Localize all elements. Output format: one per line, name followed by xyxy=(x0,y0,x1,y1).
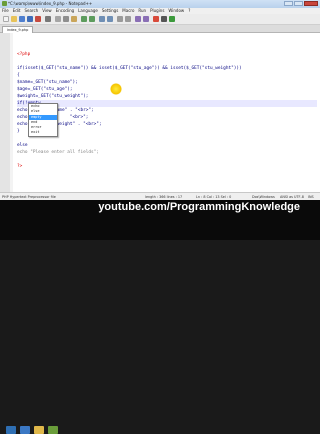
close-button[interactable] xyxy=(304,1,318,6)
window-title: *C:\wamp\www\index_9.php - Notepad++ xyxy=(8,1,93,6)
save-icon[interactable] xyxy=(19,16,25,22)
play-macro-icon[interactable] xyxy=(169,16,175,22)
tab-index-9-php[interactable]: index_9.php xyxy=(2,26,34,33)
zoom-out-icon[interactable] xyxy=(125,16,131,22)
code-line-6: $age=_GET("stu_age"); xyxy=(17,87,73,92)
ie-icon[interactable] xyxy=(20,426,30,434)
record-macro-icon[interactable] xyxy=(153,16,159,22)
open-folder-icon[interactable] xyxy=(11,16,17,22)
replace-icon[interactable] xyxy=(107,16,113,22)
find-icon[interactable] xyxy=(99,16,105,22)
code-line-3: if(isset($_GET("stu_name")) && isset($_G… xyxy=(17,66,242,71)
toolbar xyxy=(0,14,320,25)
cut-icon[interactable] xyxy=(55,16,61,22)
code-editor[interactable]: <?php if(isset($_GET("stu_name")) && iss… xyxy=(0,33,320,192)
app-icon xyxy=(2,1,7,6)
autocomplete-list[interactable]: echo else empty end error exit xyxy=(28,103,58,137)
code-line-17: ?> xyxy=(17,164,23,169)
fold-margin xyxy=(10,33,13,192)
minimize-button[interactable] xyxy=(284,1,293,6)
code-line-15: echo "Please enter all fields"; xyxy=(17,150,99,155)
copy-icon[interactable] xyxy=(63,16,69,22)
maximize-button[interactable] xyxy=(294,1,303,6)
print-icon[interactable] xyxy=(45,16,51,22)
code-line-5: $name=_GET("stu_name"); xyxy=(17,80,78,85)
tab-strip: index_9.php xyxy=(0,25,320,33)
window-controls xyxy=(284,1,318,6)
explorer-icon[interactable] xyxy=(34,426,44,434)
paste-icon[interactable] xyxy=(71,16,77,22)
channel-watermark: youtube.com/ProgrammingKnowledge xyxy=(98,201,300,213)
wrap-icon[interactable] xyxy=(135,16,141,22)
save-all-icon[interactable] xyxy=(27,16,33,22)
undo-icon[interactable] xyxy=(81,16,87,22)
code-line-8: if(!empty xyxy=(17,100,317,107)
code-line-4: { xyxy=(17,73,20,78)
mouse-cursor-highlight xyxy=(110,83,122,95)
stop-macro-icon[interactable] xyxy=(161,16,167,22)
code-line-12: } xyxy=(17,129,20,134)
title-bar: *C:\wamp\www\index_9.php - Notepad++ xyxy=(0,0,320,8)
redo-icon[interactable] xyxy=(89,16,95,22)
code-line-7: $weight=_GET("stu_weight"); xyxy=(17,94,89,99)
code-line-1: <?php xyxy=(17,52,31,57)
zoom-in-icon[interactable] xyxy=(117,16,123,22)
indent-guide-icon[interactable] xyxy=(143,16,149,22)
close-file-icon[interactable] xyxy=(35,16,41,22)
start-icon[interactable] xyxy=(6,426,16,434)
code-line-14: else xyxy=(17,143,28,148)
autocomplete-item[interactable]: exit xyxy=(29,130,57,135)
new-file-icon[interactable] xyxy=(3,16,9,22)
notepadpp-taskbar-icon[interactable] xyxy=(48,426,58,434)
